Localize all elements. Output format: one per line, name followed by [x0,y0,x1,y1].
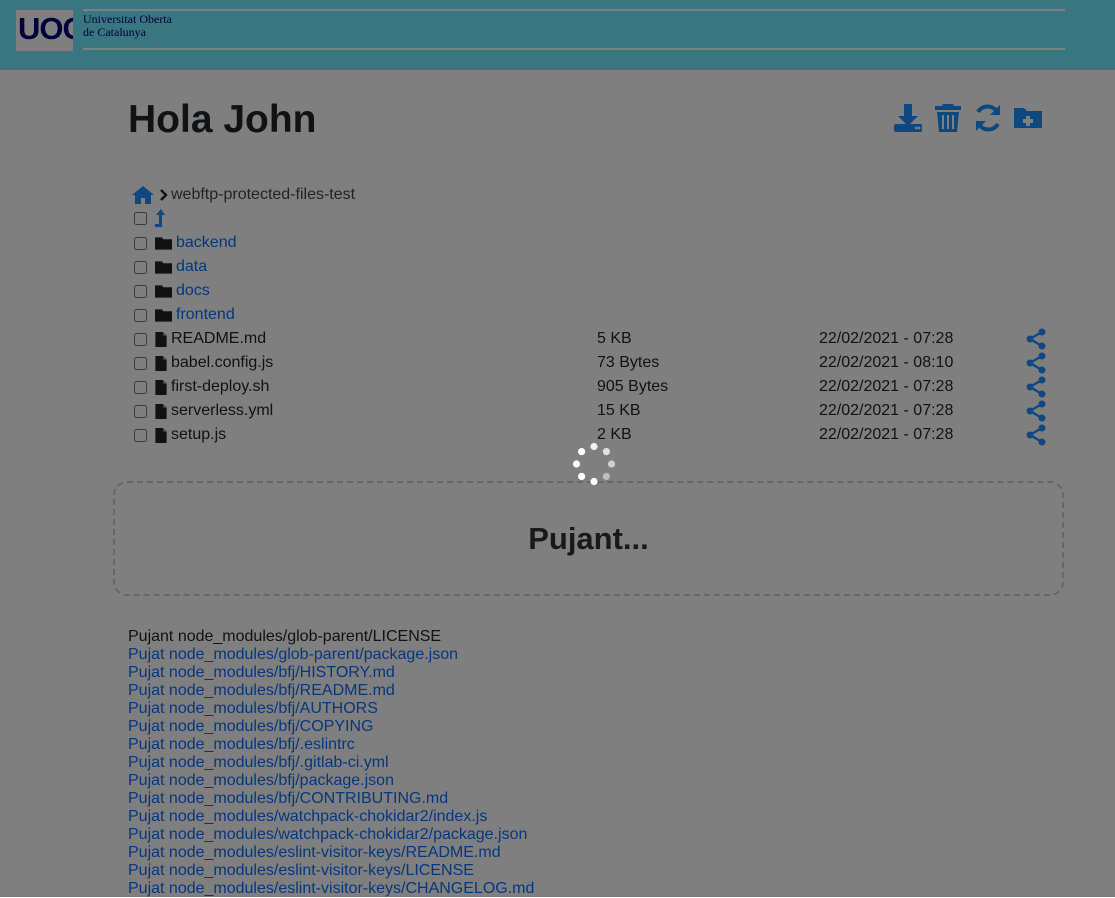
loading-overlay [0,0,1115,897]
loading-spinner-icon [572,442,616,486]
